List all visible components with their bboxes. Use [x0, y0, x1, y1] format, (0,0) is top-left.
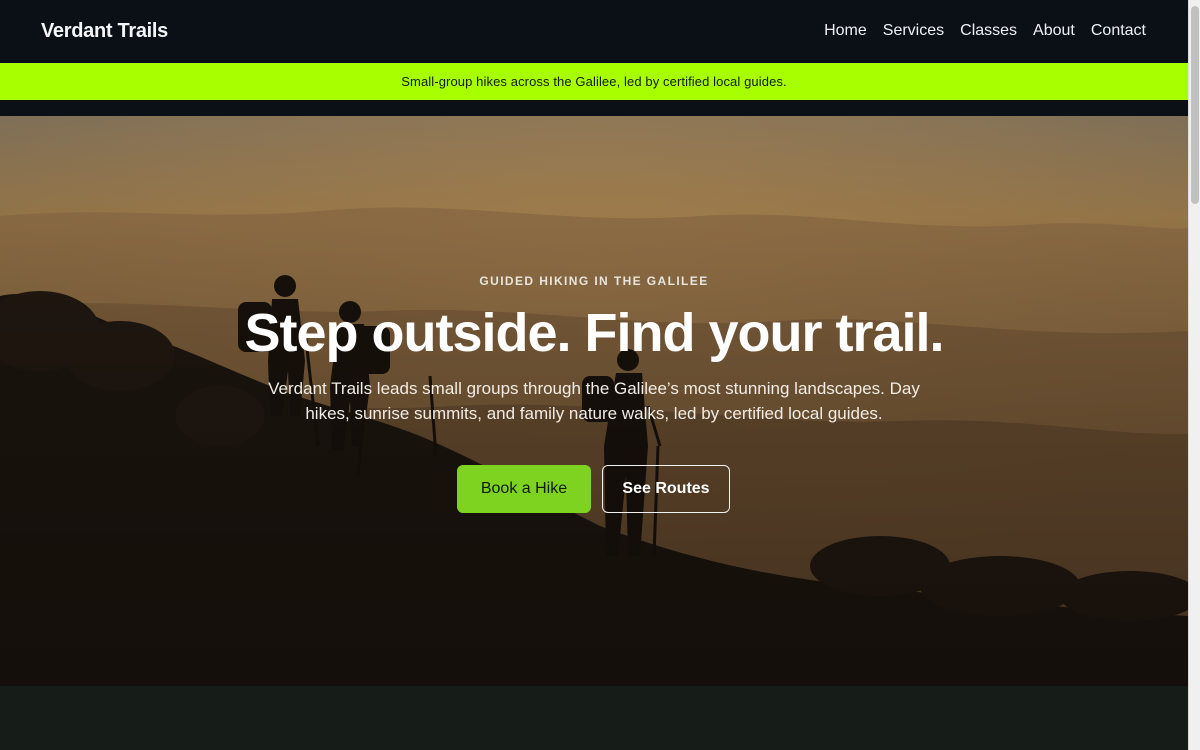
hero-content: GUIDED HIKING IN THE GALILEE Step outsid…	[0, 116, 1188, 686]
brand-logo[interactable]: Verdant Trails	[41, 20, 168, 43]
nav-classes[interactable]: Classes	[960, 22, 1017, 40]
page-scrollbar[interactable]	[1188, 0, 1200, 750]
nav-home[interactable]: Home	[824, 22, 867, 40]
hero-eyebrow: GUIDED HIKING IN THE GALILEE	[479, 274, 709, 288]
nav-services[interactable]: Services	[883, 22, 944, 40]
hero-subtext: Verdant Trails leads small groups throug…	[268, 379, 920, 423]
announcement-text: Small-group hikes across the Galilee, le…	[401, 74, 787, 89]
page: Verdant Trails Home Services Classes Abo…	[0, 0, 1188, 750]
main-nav: Home Services Classes About Contact	[824, 22, 1146, 40]
header-spacer	[0, 100, 1188, 116]
next-section	[0, 686, 1188, 750]
book-hike-button[interactable]: Book a Hike	[457, 465, 591, 513]
scrollbar-thumb[interactable]	[1191, 6, 1199, 204]
announcement-bar: Small-group hikes across the Galilee, le…	[0, 63, 1188, 100]
nav-about[interactable]: About	[1033, 22, 1075, 40]
hero-section: GUIDED HIKING IN THE GALILEE Step outsid…	[0, 116, 1188, 686]
nav-contact[interactable]: Contact	[1091, 22, 1146, 40]
hero-headline: Step outside. Find your trail.	[244, 303, 944, 363]
site-header: Verdant Trails Home Services Classes Abo…	[0, 0, 1188, 64]
see-routes-button[interactable]: See Routes	[602, 465, 730, 513]
